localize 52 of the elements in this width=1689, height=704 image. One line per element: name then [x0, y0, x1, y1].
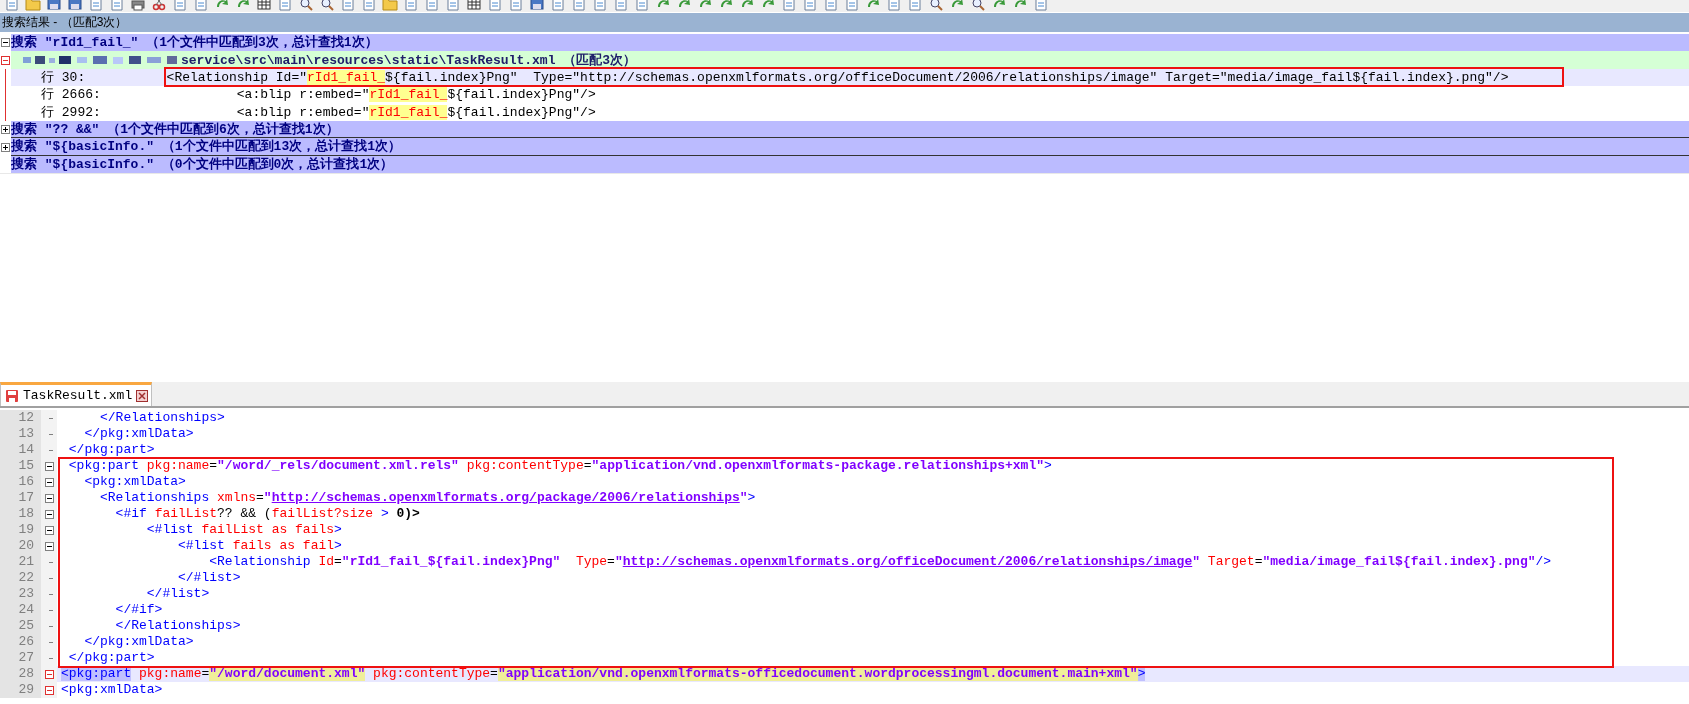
collapse-icon[interactable] [44, 541, 54, 551]
line-number: 22 [0, 570, 41, 587]
code-line: </#list> [145, 586, 211, 603]
code-line: <Relationship Id="rId1_fail_${fail.index}Png" Type="http://schemas.openxmlformats.org/officeDocument/2006/relationships/image" Target="media/image_fail${fail.index}.png"/> [208, 554, 1553, 571]
line-number: 24 [0, 602, 41, 619]
code-line: <#list failList as fails> [145, 522, 343, 539]
line-number: 28 [0, 666, 41, 683]
search-header[interactable]: 搜索 "rId1_fail_" （1个文件中匹配到3次，总计查找1次） [11, 34, 1689, 52]
collapse-icon[interactable] [1, 38, 10, 48]
code-line: </pkg:xmlData> [83, 634, 195, 651]
line-number: 16 [0, 474, 41, 491]
expand-icon[interactable] [1, 125, 10, 135]
code-line: </#if> [114, 602, 164, 619]
collapse-icon[interactable] [44, 525, 54, 535]
line-number: 20 [0, 538, 41, 555]
line-number: 26 [0, 634, 41, 651]
line-number: 14 [0, 442, 41, 459]
code-line: <pkg:part pkg:name="/word/_rels/document.xml.rels" pkg:contentType="application/vnd.openxmlformats-package.relationships+xml"> [67, 458, 1053, 475]
result-line[interactable]: 行 2992: <a:blip r:embed="rId1_fail_${fail.index}Png"/> [11, 103, 1689, 121]
line-number: 18 [0, 506, 41, 523]
code-line: <Relationships xmlns="http://schemas.openxmlformats.org/package/2006/relationships"> [99, 490, 757, 507]
line-number: 21 [0, 554, 41, 571]
panel-title: 搜索结果 - （匹配3次） [0, 13, 1689, 32]
collapse-icon[interactable] [44, 461, 54, 471]
line-number: 29 [0, 682, 41, 699]
code-line: <#list fails as fail> [177, 538, 343, 555]
code-line: </pkg:xmlData> [83, 426, 195, 443]
code-line: <#if failList?? && (failList?size > 0)> [114, 506, 421, 523]
code-line: </pkg:part> [67, 650, 156, 667]
line-number: 17 [0, 490, 41, 507]
collapse-icon[interactable] [44, 477, 54, 487]
line-number: 25 [0, 618, 41, 635]
expand-icon[interactable] [1, 142, 10, 152]
line-number: 27 [0, 650, 41, 667]
code-line: </Relationships> [114, 618, 242, 635]
line-number: 12 [0, 410, 41, 427]
line-number: 13 [0, 426, 41, 443]
code-line: </#list> [177, 570, 242, 587]
search-header[interactable]: 搜索 "?? &&" （1个文件中匹配到6次，总计查找1次） [11, 120, 1689, 139]
file-tab[interactable]: TaskResult.xml [0, 382, 153, 407]
collapse-icon[interactable] [44, 493, 54, 503]
line-number: 23 [0, 586, 41, 603]
code-line: <pkg:xmlData> [60, 682, 164, 699]
code-line: </Relationships> [99, 410, 226, 427]
line-number: 15 [0, 458, 41, 475]
code-line: </pkg:part> [67, 442, 156, 459]
close-icon[interactable] [136, 389, 149, 402]
collapse-icon[interactable] [44, 509, 54, 519]
line-number: 19 [0, 522, 41, 539]
code-line: <pkg:xmlData> [83, 474, 187, 491]
search-header[interactable]: 搜索 "${basicInfo." （1个文件中匹配到13次，总计查找1次） [11, 138, 1689, 156]
result-line[interactable]: 行 2666: <a:blip r:embed="rId1_fail_${fail.index}Png"/> [11, 86, 1689, 104]
